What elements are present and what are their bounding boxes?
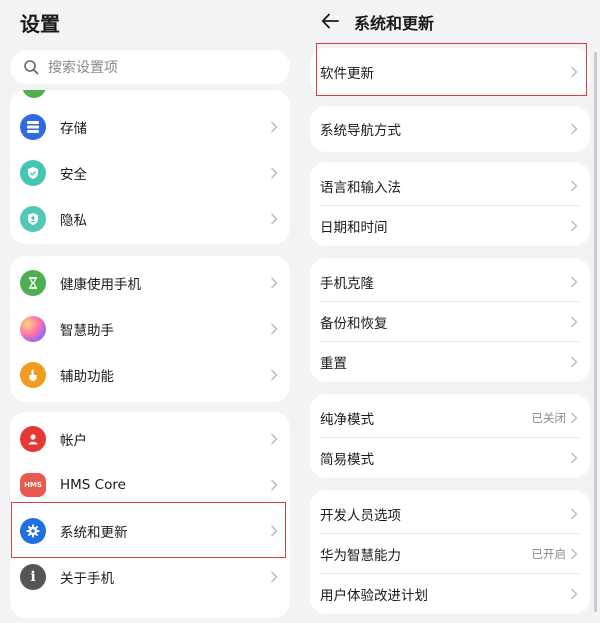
hand-icon [20, 362, 46, 388]
settings-item-label: HMS Core [60, 477, 126, 493]
settings-item-label: 辅助功能 [60, 369, 114, 385]
settings-item-storage[interactable]: 存储 [10, 104, 290, 150]
settings-pane: 设置 搜索设置项 存储 安全 隐私 健康使用手机 智慧助手 辅助功能 帐户 HM… [0, 0, 300, 623]
menu-item-pure-mode[interactable]: 纯净模式 已关闭 [310, 398, 590, 438]
menu-item-label: 日期和时间 [320, 220, 388, 236]
partial-item-icon [22, 90, 46, 98]
menu-item-label: 软件更新 [320, 66, 374, 82]
menu-group-4: 手机克隆 备份和恢复 重置 [310, 258, 590, 382]
menu-group-6: 开发人员选项 华为智慧能力 已开启 用户体验改进计划 [310, 490, 590, 614]
menu-item-huawei-ai[interactable]: 华为智慧能力 已开启 [310, 534, 590, 574]
settings-item-privacy[interactable]: 隐私 [10, 196, 290, 242]
settings-group-2: 健康使用手机 智慧助手 辅助功能 [10, 256, 290, 402]
privacy-icon [20, 206, 46, 232]
menu-item-phone-clone[interactable]: 手机克隆 [310, 262, 590, 302]
chevron-right-icon [571, 123, 578, 135]
menu-item-label: 语言和输入法 [320, 180, 401, 196]
search-bar[interactable]: 搜索设置项 [10, 50, 290, 84]
chevron-right-icon [571, 412, 578, 424]
menu-item-label: 备份和恢复 [320, 316, 388, 332]
settings-item-label: 安全 [60, 167, 87, 183]
chevron-right-icon [571, 452, 578, 464]
menu-item-label: 手机克隆 [320, 276, 374, 292]
storage-icon [20, 114, 46, 140]
chevron-right-icon [571, 220, 578, 232]
settings-item-label: 关于手机 [60, 571, 114, 587]
menu-item-reset[interactable]: 重置 [310, 342, 590, 382]
menu-group-5: 纯净模式 已关闭 简易模式 [310, 394, 590, 478]
menu-item-developer-options[interactable]: 开发人员选项 [310, 494, 590, 534]
chevron-right-icon [571, 180, 578, 192]
chevron-right-icon [571, 276, 578, 288]
chevron-right-icon [271, 525, 278, 537]
chevron-right-icon [571, 356, 578, 368]
menu-item-language-input[interactable]: 语言和输入法 [310, 166, 590, 206]
settings-item-hms-core[interactable]: HMS HMS Core [10, 462, 290, 508]
menu-item-simple-mode[interactable]: 简易模式 [310, 438, 590, 478]
gear-icon [20, 518, 46, 544]
info-icon: i [20, 564, 46, 590]
chevron-right-icon [571, 588, 578, 600]
menu-item-label: 开发人员选项 [320, 508, 401, 524]
chevron-right-icon [271, 369, 278, 381]
menu-item-navigation[interactable]: 系统导航方式 [310, 109, 590, 149]
menu-item-user-experience[interactable]: 用户体验改进计划 [310, 574, 590, 614]
shield-icon [20, 160, 46, 186]
settings-item-accessibility[interactable]: 辅助功能 [10, 352, 290, 398]
chevron-right-icon [271, 167, 278, 179]
search-icon [20, 56, 42, 78]
settings-item-label: 帐户 [60, 433, 87, 449]
chevron-right-icon [271, 479, 278, 491]
menu-item-label: 纯净模式 [320, 412, 374, 428]
page-title: 系统和更新 [354, 14, 435, 33]
chevron-right-icon [271, 213, 278, 225]
settings-item-label: 隐私 [60, 213, 87, 229]
system-update-pane: 系统和更新 软件更新 系统导航方式 语言和输入法 日期和时间 手机克隆 备份和恢… [300, 0, 600, 623]
settings-item-about-phone[interactable]: i 关于手机 [10, 554, 290, 600]
settings-item-system-update[interactable]: 系统和更新 [10, 508, 290, 554]
settings-group-1: 存储 安全 隐私 [10, 90, 290, 244]
settings-group-3: 帐户 HMS HMS Core 系统和更新 i 关于手机 [10, 412, 290, 618]
chevron-right-icon [271, 323, 278, 335]
settings-item-security[interactable]: 安全 [10, 150, 290, 196]
chevron-right-icon [571, 66, 578, 78]
chevron-right-icon [571, 508, 578, 520]
scrollbar[interactable] [594, 52, 597, 612]
menu-group-3: 语言和输入法 日期和时间 [310, 162, 590, 246]
settings-item-account[interactable]: 帐户 [10, 416, 290, 462]
menu-item-software-update[interactable]: 软件更新 [310, 52, 590, 92]
menu-item-label: 系统导航方式 [320, 123, 401, 139]
search-input[interactable]: 搜索设置项 [48, 57, 118, 77]
menu-item-label: 简易模式 [320, 452, 374, 468]
chevron-right-icon [271, 277, 278, 289]
chevron-right-icon [271, 121, 278, 133]
settings-item-label: 存储 [60, 121, 87, 137]
menu-group-2: 系统导航方式 [310, 106, 590, 152]
settings-item-label: 系统和更新 [60, 525, 128, 541]
status-value: 已开启 [531, 547, 567, 561]
chevron-right-icon [571, 316, 578, 328]
hourglass-icon [20, 270, 46, 296]
settings-item-label: 健康使用手机 [60, 277, 141, 293]
page-title: 设置 [20, 12, 60, 36]
chevron-right-icon [571, 548, 578, 560]
settings-item-assistant[interactable]: 智慧助手 [10, 306, 290, 352]
hms-icon: HMS [20, 473, 46, 497]
menu-item-label: 用户体验改进计划 [320, 588, 428, 604]
menu-item-date-time[interactable]: 日期和时间 [310, 206, 590, 246]
chevron-right-icon [271, 433, 278, 445]
status-value: 已关闭 [531, 411, 567, 425]
settings-item-label: 智慧助手 [60, 323, 114, 339]
menu-item-label: 重置 [320, 356, 347, 372]
assistant-orb-icon [20, 316, 46, 342]
menu-item-backup-restore[interactable]: 备份和恢复 [310, 302, 590, 342]
back-arrow-icon[interactable] [320, 11, 340, 31]
menu-item-label: 华为智慧能力 [320, 548, 401, 564]
chevron-right-icon [271, 571, 278, 583]
settings-item-health[interactable]: 健康使用手机 [10, 260, 290, 306]
menu-group-1: 软件更新 [310, 48, 590, 96]
account-icon [20, 426, 46, 452]
